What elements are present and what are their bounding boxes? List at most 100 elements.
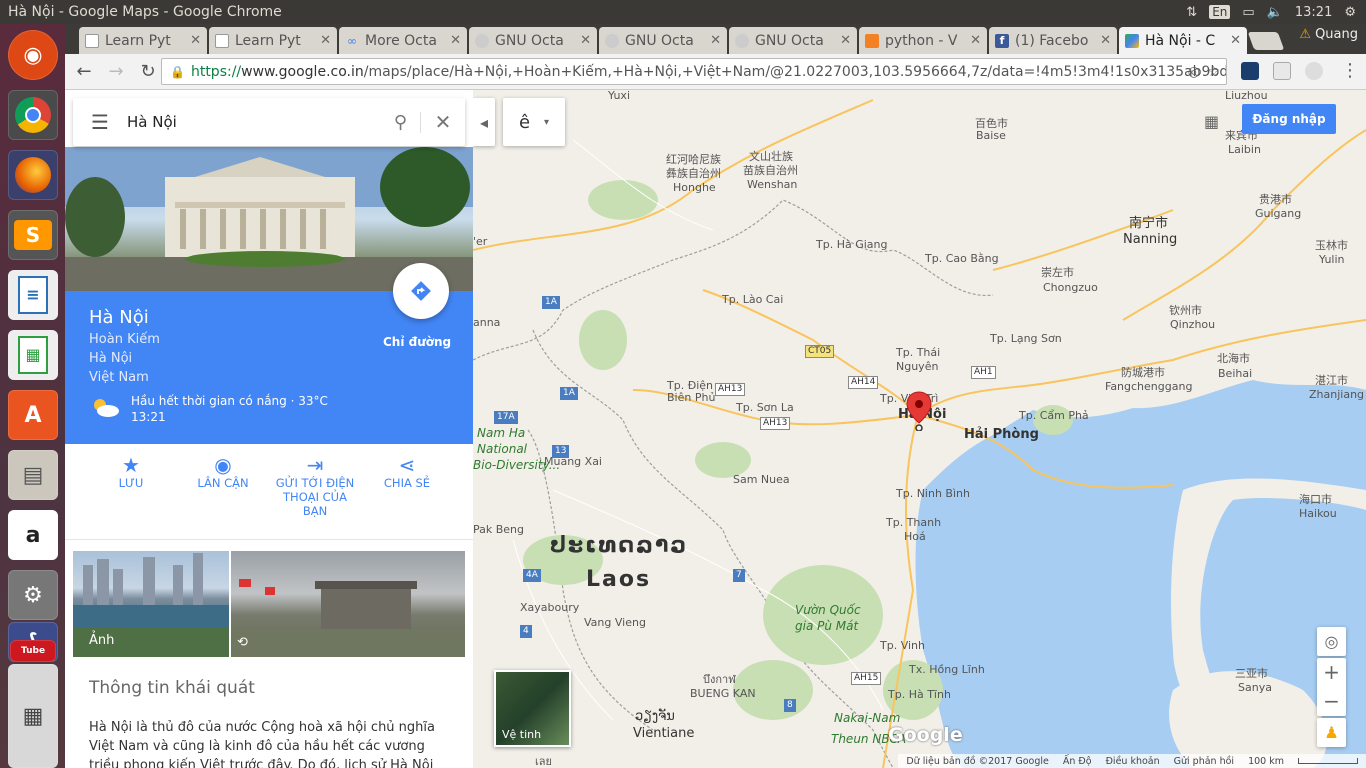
- extension-icon[interactable]: [1305, 62, 1323, 80]
- youtube-icon[interactable]: Tube: [10, 640, 56, 662]
- extension-icon[interactable]: [1273, 62, 1291, 80]
- layer-selector-button[interactable]: ê ▾: [503, 98, 565, 146]
- map-label-baise: Baise: [976, 129, 1006, 142]
- amazon-icon[interactable]: a: [8, 510, 58, 560]
- scale-label[interactable]: 100 km: [1248, 756, 1284, 767]
- workspace-switcher-icon[interactable]: ▦: [8, 664, 58, 768]
- chrome-launcher-icon[interactable]: [8, 90, 58, 140]
- close-icon[interactable]: ✕: [840, 33, 851, 48]
- map-label-ha-tinh: Tp. Hà Tĩnh: [888, 688, 951, 701]
- region-link[interactable]: Ấn Độ: [1063, 756, 1092, 767]
- tab-label: More Octa: [365, 32, 437, 49]
- tab-facebook[interactable]: f (1) Facebo ✕: [989, 27, 1117, 54]
- search-input[interactable]: Hà Nội: [127, 113, 381, 131]
- map-label-thai-nguyen-2: Nguyên: [896, 360, 939, 373]
- system-settings-icon[interactable]: ⚙: [8, 570, 58, 620]
- map-label-pak-beng: Pak Beng: [473, 523, 525, 536]
- extension-icon[interactable]: [1241, 62, 1259, 80]
- bookmark-star-icon[interactable]: ☆: [1207, 64, 1220, 80]
- map-canvas[interactable]: Yuxi 百色市 Baise Liuzhou 来宾市 Laibin 红河哈尼族 …: [473, 90, 1366, 768]
- apps-grid-icon[interactable]: ▦: [1204, 112, 1219, 131]
- tab-gnu-octave-3[interactable]: GNU Octa ✕: [729, 27, 857, 54]
- map-label-vientiane: Vientiane: [633, 726, 695, 741]
- system-tray: ⇅ En ▭ 🔈 13:21 ⚙: [1186, 5, 1366, 20]
- settings-gear-icon[interactable]: ⚙: [1344, 5, 1356, 20]
- close-icon[interactable]: ✕: [1100, 33, 1111, 48]
- send-to-phone-button[interactable]: ⇥ GỬI TỚI ĐIỆN THOẠI CỦA BẠN: [269, 455, 361, 518]
- tab-learn-python-1[interactable]: Learn Pyt ✕: [79, 27, 207, 54]
- clear-icon[interactable]: ✕: [421, 110, 465, 134]
- clock[interactable]: 13:21: [1295, 5, 1332, 20]
- zoom-out-button[interactable]: −: [1323, 687, 1340, 716]
- zoom-controls: + −: [1317, 658, 1346, 716]
- map-label-wenshan-cn-1: 文山壮族: [749, 150, 793, 163]
- tab-more-octave[interactable]: ∞ More Octa ✕: [339, 27, 467, 54]
- menu-kebab-icon[interactable]: ⋮: [1341, 60, 1359, 81]
- map-label-yulin-cn: 玉林市: [1315, 239, 1348, 252]
- libreoffice-calc-icon[interactable]: ▦: [8, 330, 58, 380]
- save-button[interactable]: ★ LƯU: [85, 455, 177, 490]
- close-icon[interactable]: ✕: [580, 33, 591, 48]
- menu-hamburger-icon[interactable]: ☰: [73, 110, 127, 134]
- battery-icon[interactable]: ▭: [1242, 5, 1254, 20]
- collapse-panel-button[interactable]: ◂: [473, 98, 495, 146]
- road-shield-ah13-2: AH13: [760, 417, 791, 430]
- back-arrow-icon[interactable]: ←: [71, 61, 97, 82]
- volume-icon[interactable]: 🔈: [1267, 5, 1283, 20]
- photo-thumbnail-mausoleum[interactable]: ⟲: [231, 551, 465, 657]
- software-center-icon[interactable]: A: [8, 390, 58, 440]
- map-label-qinzhou: Qinzhou: [1170, 318, 1216, 331]
- search-icon[interactable]: ⚲: [381, 111, 421, 133]
- map-label-son-la: Tp. Sơn La: [736, 401, 794, 414]
- place-name: Hà Nội: [89, 307, 149, 328]
- close-icon[interactable]: ✕: [450, 33, 461, 48]
- forward-arrow-icon[interactable]: →: [103, 61, 129, 82]
- tab-gnu-octave-1[interactable]: GNU Octa ✕: [469, 27, 597, 54]
- my-location-button[interactable]: ◎: [1317, 627, 1346, 656]
- tab-gnu-octave-2[interactable]: GNU Octa ✕: [599, 27, 727, 54]
- directions-label[interactable]: Chỉ đường: [383, 335, 451, 349]
- map-label-nakai-1: Nakai-Nam: [834, 711, 901, 725]
- keyboard-layout-indicator[interactable]: En: [1209, 5, 1231, 19]
- nearby-label: LÂN CẬN: [197, 476, 249, 490]
- map-label-pu-mat-2: gia Pù Mát: [795, 619, 859, 633]
- satellite-toggle[interactable]: Vệ tinh: [494, 670, 571, 747]
- zoom-in-button[interactable]: +: [1323, 658, 1340, 687]
- close-icon[interactable]: ✕: [710, 33, 721, 48]
- weather-time: 13:21: [131, 410, 166, 424]
- search-box[interactable]: ☰ Hà Nội ⚲ ✕: [73, 98, 465, 146]
- sign-in-button[interactable]: Đăng nhập: [1242, 104, 1336, 134]
- new-tab-button[interactable]: [1247, 32, 1285, 50]
- tab-label: GNU Octa: [625, 32, 694, 49]
- profile-button[interactable]: ⚠ Quang: [1299, 27, 1358, 42]
- location-pin-icon[interactable]: [906, 391, 932, 431]
- close-icon[interactable]: ✕: [190, 33, 201, 48]
- file-manager-icon[interactable]: ▤: [8, 450, 58, 500]
- map-label-cam-pha: Tp. Cẩm Phả: [1019, 409, 1089, 422]
- reload-icon[interactable]: ↻: [135, 61, 161, 82]
- tab-label: (1) Facebo: [1015, 32, 1089, 49]
- caret-down-icon: ▾: [544, 116, 550, 128]
- location-icon[interactable]: ◎: [1188, 64, 1200, 80]
- firefox-launcher-icon[interactable]: [8, 150, 58, 200]
- terms-link[interactable]: Điều khoản: [1106, 756, 1160, 767]
- share-button[interactable]: ⋖ CHIA SẺ: [361, 455, 453, 490]
- network-icon[interactable]: ⇅: [1186, 5, 1197, 20]
- ubuntu-dash-icon[interactable]: ◉: [8, 30, 58, 80]
- close-icon[interactable]: ✕: [1230, 33, 1241, 48]
- street-view-pegman[interactable]: ♟: [1317, 718, 1346, 747]
- address-bar[interactable]: 🔒 https://www.google.co.in/maps/place/Hà…: [161, 58, 1227, 85]
- directions-button[interactable]: [393, 263, 449, 319]
- libreoffice-writer-icon[interactable]: ≡: [8, 270, 58, 320]
- address-line-1: Hoàn Kiếm: [89, 332, 160, 347]
- feedback-link[interactable]: Gửi phản hồi: [1174, 756, 1234, 767]
- sublime-launcher-icon[interactable]: S: [8, 210, 58, 260]
- tab-learn-python-2[interactable]: Learn Pyt ✕: [209, 27, 337, 54]
- tab-stackoverflow[interactable]: python - V ✕: [859, 27, 987, 54]
- chevron-left-icon: ◂: [479, 112, 489, 132]
- close-icon[interactable]: ✕: [320, 33, 331, 48]
- nearby-button[interactable]: ◉ LÂN CẬN: [177, 455, 269, 490]
- tab-google-maps[interactable]: Hà Nội - C ✕: [1119, 27, 1247, 54]
- close-icon[interactable]: ✕: [970, 33, 981, 48]
- photo-thumbnail-city[interactable]: Ảnh: [73, 551, 229, 657]
